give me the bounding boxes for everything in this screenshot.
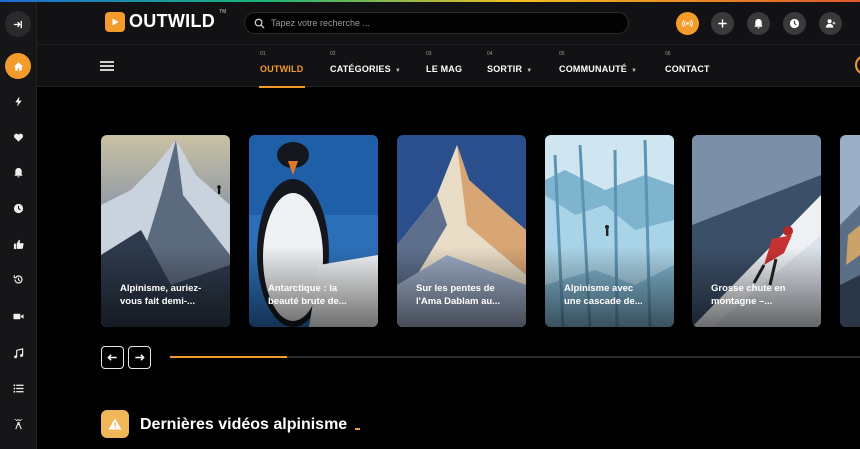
- video-card[interactable]: Alpinisme avec une cascade de...: [545, 135, 674, 327]
- nav-label: LE MAG: [426, 64, 463, 74]
- brand-logo[interactable]: OUTWILD TM: [105, 9, 227, 32]
- nav-label: CONTACT: [665, 64, 710, 74]
- nav-item-contact[interactable]: 06 CONTACT: [665, 51, 710, 77]
- section-title: Dernières vidéos alpinisme: [140, 416, 348, 433]
- live-button[interactable]: [676, 12, 699, 35]
- chevron-down-icon: ▼: [526, 68, 533, 74]
- sidebar-history-icon[interactable]: [5, 266, 31, 292]
- clock-icon: [789, 18, 800, 29]
- card-title-line2: vous fait demi-...: [120, 296, 195, 307]
- add-button[interactable]: [711, 12, 734, 35]
- account-button[interactable]: [819, 12, 842, 35]
- arrow-left-icon: [107, 354, 117, 361]
- sidebar-video-icon[interactable]: [5, 303, 31, 329]
- video-card[interactable]: Antarctique : la beauté brute de...: [249, 135, 378, 327]
- card-title-line1: Antarctique : la: [268, 283, 338, 294]
- card-title-line1: Sur les pentes de: [416, 283, 495, 294]
- card-title: Alpinisme, auriez- vous fait demi-...: [120, 282, 220, 308]
- nav-label: CATÉGORIES: [330, 64, 391, 74]
- hamburger-menu-icon[interactable]: [100, 61, 114, 71]
- nav-label: COMMUNAUTÉ: [559, 64, 627, 74]
- plus-icon: [718, 19, 727, 28]
- section-title-accent: [355, 428, 360, 430]
- nav-label: SORTIR: [487, 64, 523, 74]
- bell-icon: [754, 18, 763, 29]
- card-title: Grosse chute en montagne –...: [711, 282, 811, 308]
- card-title-line2: beauté brute de...: [268, 296, 347, 307]
- search-bar[interactable]: [244, 12, 629, 34]
- sidebar-heart-icon[interactable]: [5, 124, 31, 150]
- user-icon: [825, 19, 836, 28]
- chevron-down-icon: ▼: [631, 68, 637, 74]
- carousel-progress-fill: [170, 356, 288, 358]
- arrow-right-icon: [135, 354, 145, 361]
- sidebar-podcast-icon[interactable]: [5, 411, 31, 437]
- nav-number: 02: [330, 51, 336, 57]
- top-header: OUTWILD TM: [37, 2, 860, 44]
- card-title: Sur les pentes de l'Ama Dablam au...: [416, 282, 516, 308]
- sidebar-thumbs-up-icon[interactable]: [5, 231, 31, 257]
- carousel-progress-track: [170, 356, 860, 358]
- search-icon: [254, 18, 265, 29]
- card-title-line1: Alpinisme, auriez-: [120, 283, 202, 294]
- card-thumbnail-partial: [840, 135, 860, 327]
- sidebar-bolt-icon[interactable]: [5, 88, 31, 114]
- nav-number: 06: [665, 51, 671, 57]
- nav-number: 04: [487, 51, 493, 57]
- sidebar-clock-icon[interactable]: [5, 195, 31, 221]
- card-title-line2: l'Ama Dablam au...: [416, 296, 501, 307]
- left-sidebar: [0, 2, 37, 449]
- video-card[interactable]: Alpinisme, auriez- vous fait demi-...: [101, 135, 230, 327]
- nav-active-underline: [259, 86, 305, 88]
- notifications-button[interactable]: [747, 12, 770, 35]
- card-title: Antarctique : la beauté brute de...: [268, 282, 368, 308]
- edge-circle-button[interactable]: [855, 55, 860, 75]
- search-input[interactable]: [271, 18, 611, 28]
- nav-number: 01: [260, 51, 266, 57]
- card-title-line2: une cascade de...: [564, 296, 643, 307]
- sidebar-toggle-login-icon[interactable]: [5, 11, 31, 37]
- main-navigation: 01 OUTWILD 02 CATÉGORIES ▼ 03 LE MAG 04 S…: [37, 44, 860, 88]
- video-card[interactable]: Sur les pentes de l'Ama Dablam au...: [397, 135, 526, 327]
- sidebar-list-icon[interactable]: [5, 375, 31, 401]
- nav-number: 03: [426, 51, 432, 57]
- carousel-prev-button[interactable]: [101, 346, 124, 369]
- card-title-line2: montagne –...: [711, 296, 773, 307]
- card-title-line1: Grosse chute en: [711, 283, 786, 294]
- nav-number: 05: [559, 51, 565, 57]
- nav-label: OUTWILD: [260, 64, 304, 74]
- chevron-down-icon: ▼: [394, 68, 401, 74]
- video-card[interactable]: Grosse chute en montagne –...: [692, 135, 821, 327]
- nav-item-le-mag[interactable]: 03 LE MAG: [426, 51, 462, 77]
- history-button[interactable]: [783, 12, 806, 35]
- sidebar-music-icon[interactable]: [5, 340, 31, 366]
- trademark-mark: TM: [219, 9, 227, 15]
- play-logo-icon: [105, 11, 125, 32]
- live-icon: [682, 19, 693, 28]
- card-title-line1: Alpinisme avec: [564, 283, 634, 294]
- video-card-partial[interactable]: [840, 135, 860, 327]
- nav-item-sortir[interactable]: 04 SORTIR ▼: [487, 51, 532, 77]
- brand-name: OUTWILD: [129, 11, 216, 31]
- carousel-next-button[interactable]: [128, 346, 151, 369]
- sidebar-home-icon[interactable]: [5, 53, 31, 79]
- nav-item-communaute[interactable]: 05 COMMUNAUTÉ ▼: [559, 51, 637, 77]
- nav-item-categories[interactable]: 02 CATÉGORIES ▼: [330, 51, 401, 77]
- section-warning-icon: [101, 410, 129, 438]
- nav-item-outwild[interactable]: 01 OUTWILD: [259, 51, 305, 88]
- card-title: Alpinisme avec une cascade de...: [564, 282, 664, 308]
- sidebar-bell-icon[interactable]: [5, 159, 31, 185]
